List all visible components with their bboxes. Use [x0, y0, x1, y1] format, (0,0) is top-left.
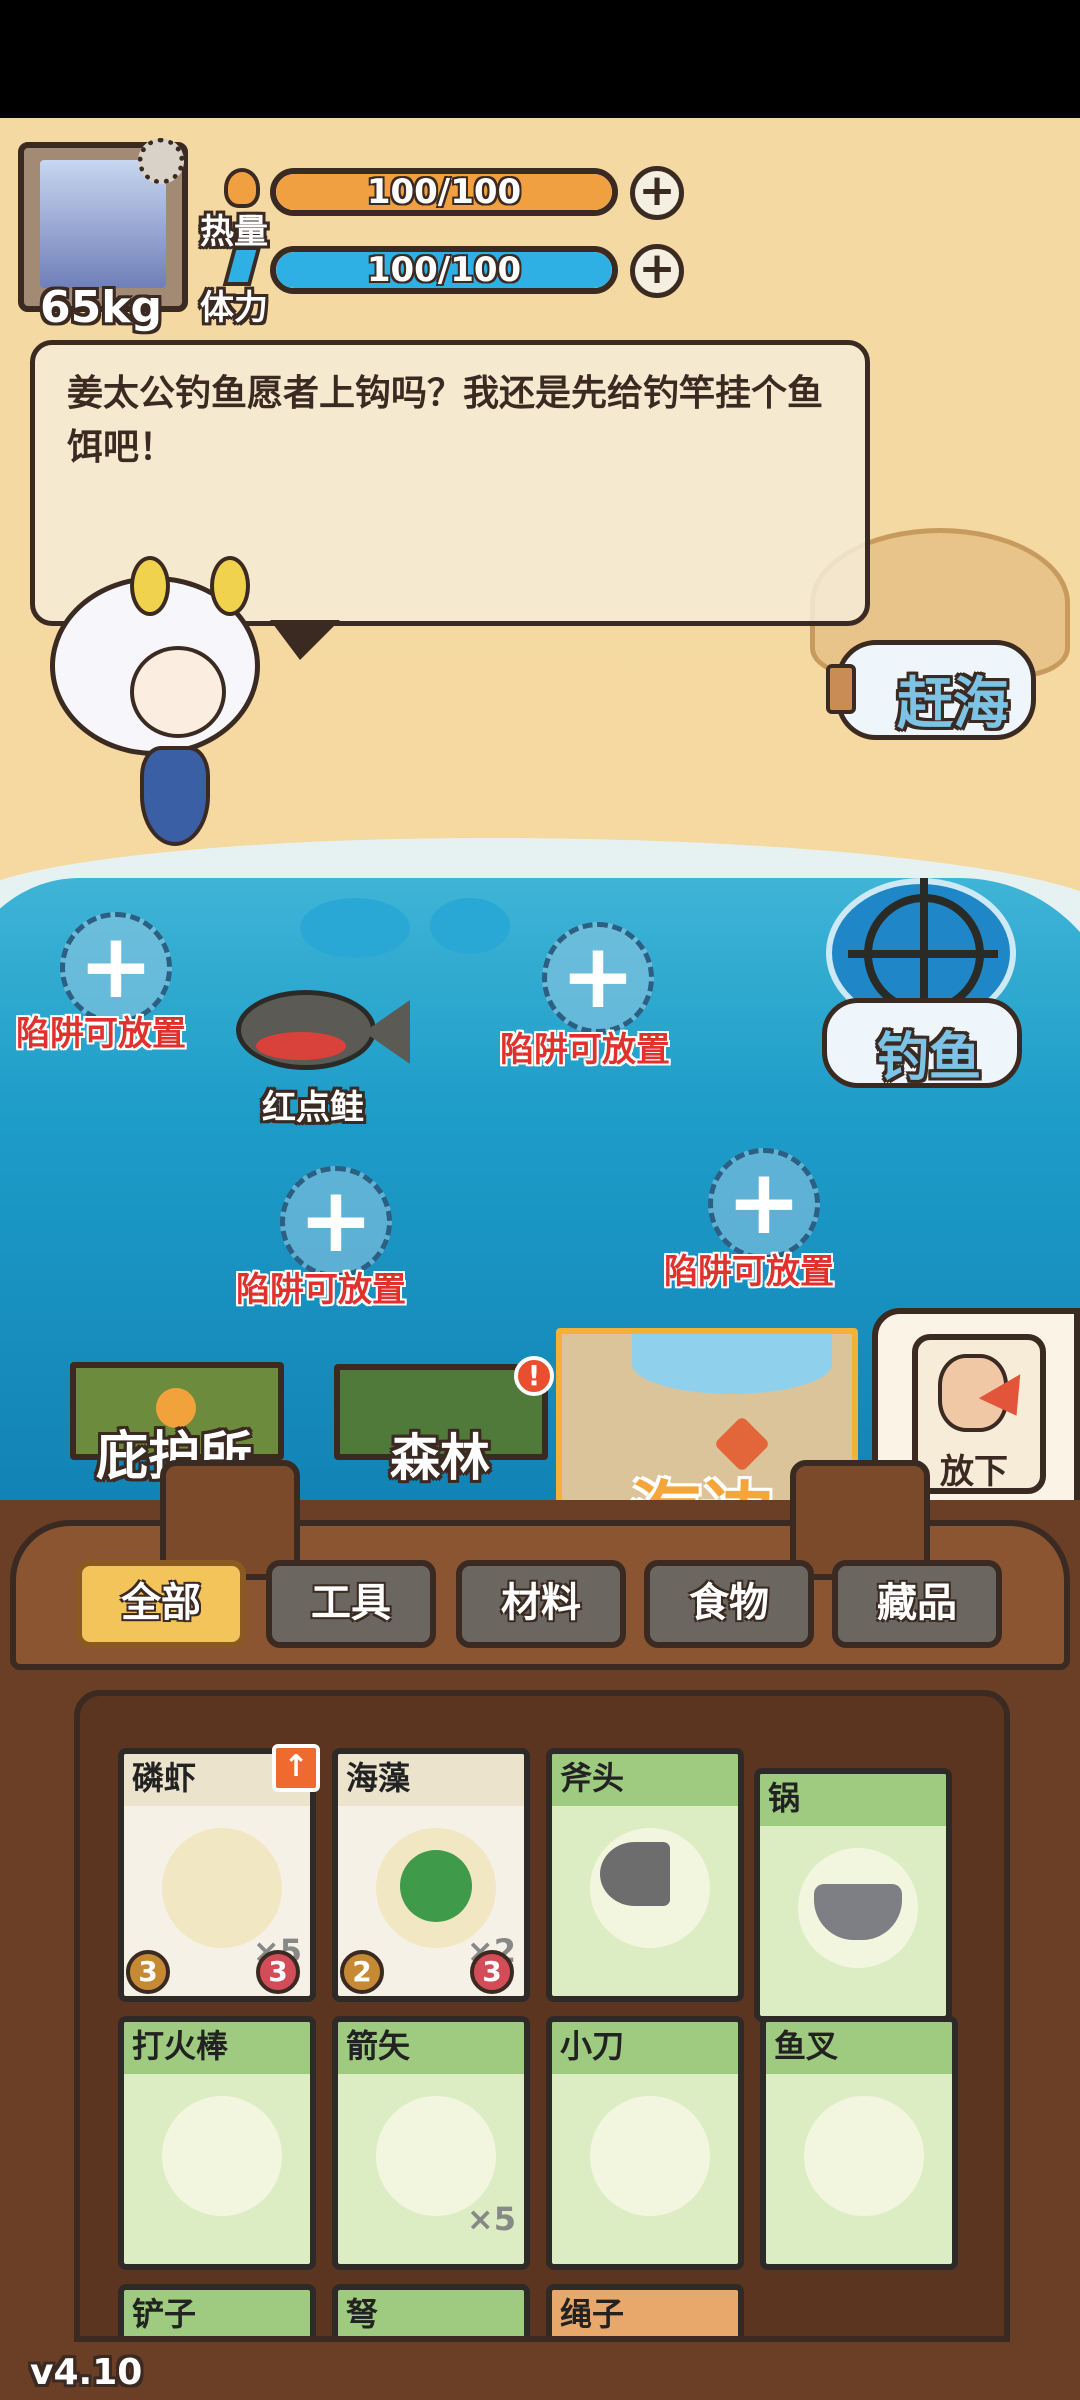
fishing-button[interactable]: 钓鱼 — [786, 868, 1036, 1098]
category-tab-tools[interactable]: 工具 — [266, 1560, 436, 1648]
location-forest-label: 森林 — [390, 1429, 490, 1487]
item-name: 弩 — [338, 2290, 524, 2338]
seaweed-icon — [376, 1828, 496, 1948]
trap-slot[interactable]: + — [542, 922, 654, 1034]
item-card-axe[interactable]: 斧头 — [546, 1748, 744, 2002]
knife-icon — [590, 2096, 710, 2216]
item-name: 箭矢 — [338, 2022, 524, 2074]
gather-label: 赶海 — [897, 672, 1009, 737]
seaweed-leaf — [400, 1850, 472, 1922]
bait-level-badge: 3 — [126, 1950, 170, 1994]
item-name: 海藻 — [338, 1754, 524, 1806]
add-heat-button[interactable]: + — [630, 166, 684, 220]
stamina-value: 100/100 — [366, 250, 522, 290]
axe-head — [600, 1842, 670, 1906]
put-down-button[interactable]: 放下 — [912, 1334, 1046, 1494]
item-card-shovel[interactable]: 铲子 — [118, 2284, 316, 2344]
item-name: 打火棒 — [124, 2022, 310, 2074]
trap-slot-label: 陷阱可放置 — [664, 1252, 834, 1292]
fishing-bottle: 钓鱼 — [822, 998, 1022, 1088]
heat-bar: 100/100 — [270, 168, 618, 216]
version-label: v4.10 — [30, 2352, 143, 2393]
trap-slot-label: 陷阱可放置 — [16, 1014, 186, 1054]
character-tail — [140, 746, 210, 846]
fish-spear-icon — [804, 2096, 924, 2216]
character-horn — [130, 556, 170, 616]
fish-icon[interactable] — [236, 980, 410, 1076]
status-bar — [0, 0, 1080, 118]
item-card-arrow[interactable]: 箭矢 ×5 — [332, 2016, 530, 2270]
category-tab-food[interactable]: 食物 — [644, 1560, 814, 1648]
character-face — [130, 646, 226, 738]
fire-starter-icon — [162, 2096, 282, 2216]
crosshair-line — [848, 950, 998, 958]
trap-slot-label: 陷阱可放置 — [236, 1270, 406, 1310]
item-name: 斧头 — [552, 1754, 738, 1806]
dialog-text: 姜太公钓鱼愿者上钩吗？我还是先给钓竿挂个鱼饵吧！ — [67, 373, 824, 468]
inventory-bottom-rim — [74, 2336, 1010, 2390]
puddle — [300, 898, 410, 958]
category-tab-collectibles[interactable]: 藏品 — [832, 1560, 1002, 1648]
gather-button[interactable]: 赶海 — [836, 640, 1036, 740]
seaside-water — [632, 1334, 832, 1394]
stamina-label: 体力 — [200, 288, 268, 328]
item-name: 绳子 — [552, 2290, 738, 2338]
fish-tail — [364, 1000, 410, 1064]
item-name: 小刀 — [552, 2022, 738, 2074]
trap-slot-label: 陷阱可放置 — [500, 1030, 670, 1070]
trap-level-badge: 3 — [470, 1950, 514, 1994]
pot-icon — [798, 1848, 918, 1968]
bait-level-badge: 2 — [340, 1950, 384, 1994]
put-down-label: 放下 — [940, 1452, 1008, 1492]
bottle-cork-icon — [826, 664, 856, 714]
add-stamina-button[interactable]: + — [630, 244, 684, 298]
item-card-rope[interactable]: 绳子 — [546, 2284, 744, 2344]
item-card-fish-spear[interactable]: 鱼叉 — [760, 2016, 958, 2270]
trap-level-badge: 3 — [256, 1950, 300, 1994]
fish-belly — [256, 1032, 346, 1060]
stamina-bar: 100/100 — [270, 246, 618, 294]
arrow-icon — [376, 2096, 496, 2216]
item-card-crossbow[interactable]: 弩 — [332, 2284, 530, 2344]
item-card-pot[interactable]: 锅 — [754, 1768, 952, 2022]
mermaid-character[interactable] — [30, 556, 290, 856]
alert-badge: ! — [514, 1356, 554, 1396]
item-quantity: ×5 — [466, 2200, 516, 2238]
fishing-label: 钓鱼 — [877, 1028, 982, 1088]
item-card-knife[interactable]: 小刀 — [546, 2016, 744, 2270]
character-horn — [210, 556, 250, 616]
settings-gear-icon[interactable] — [138, 138, 184, 184]
item-name: 鱼叉 — [766, 2022, 952, 2074]
item-card-fire-starter[interactable]: 打火棒 — [118, 2016, 316, 2270]
item-name: 铲子 — [124, 2290, 310, 2338]
pot-body — [814, 1884, 902, 1940]
upgrade-arrow-icon: ↑ — [272, 1744, 320, 1792]
puddle — [430, 898, 510, 954]
heat-value: 100/100 — [366, 172, 522, 212]
fish-name: 红点鲑 — [262, 1088, 364, 1128]
category-tab-all[interactable]: 全部 — [76, 1560, 246, 1648]
krill-icon — [162, 1828, 282, 1948]
item-card-seaweed[interactable]: 海藻 ×2 2 3 — [332, 1748, 530, 2002]
axe-icon — [590, 1828, 710, 1948]
item-name: 锅 — [760, 1774, 946, 1826]
category-tab-materials[interactable]: 材料 — [456, 1560, 626, 1648]
weight-label: 65kg — [40, 282, 162, 333]
flame-icon — [224, 168, 260, 208]
